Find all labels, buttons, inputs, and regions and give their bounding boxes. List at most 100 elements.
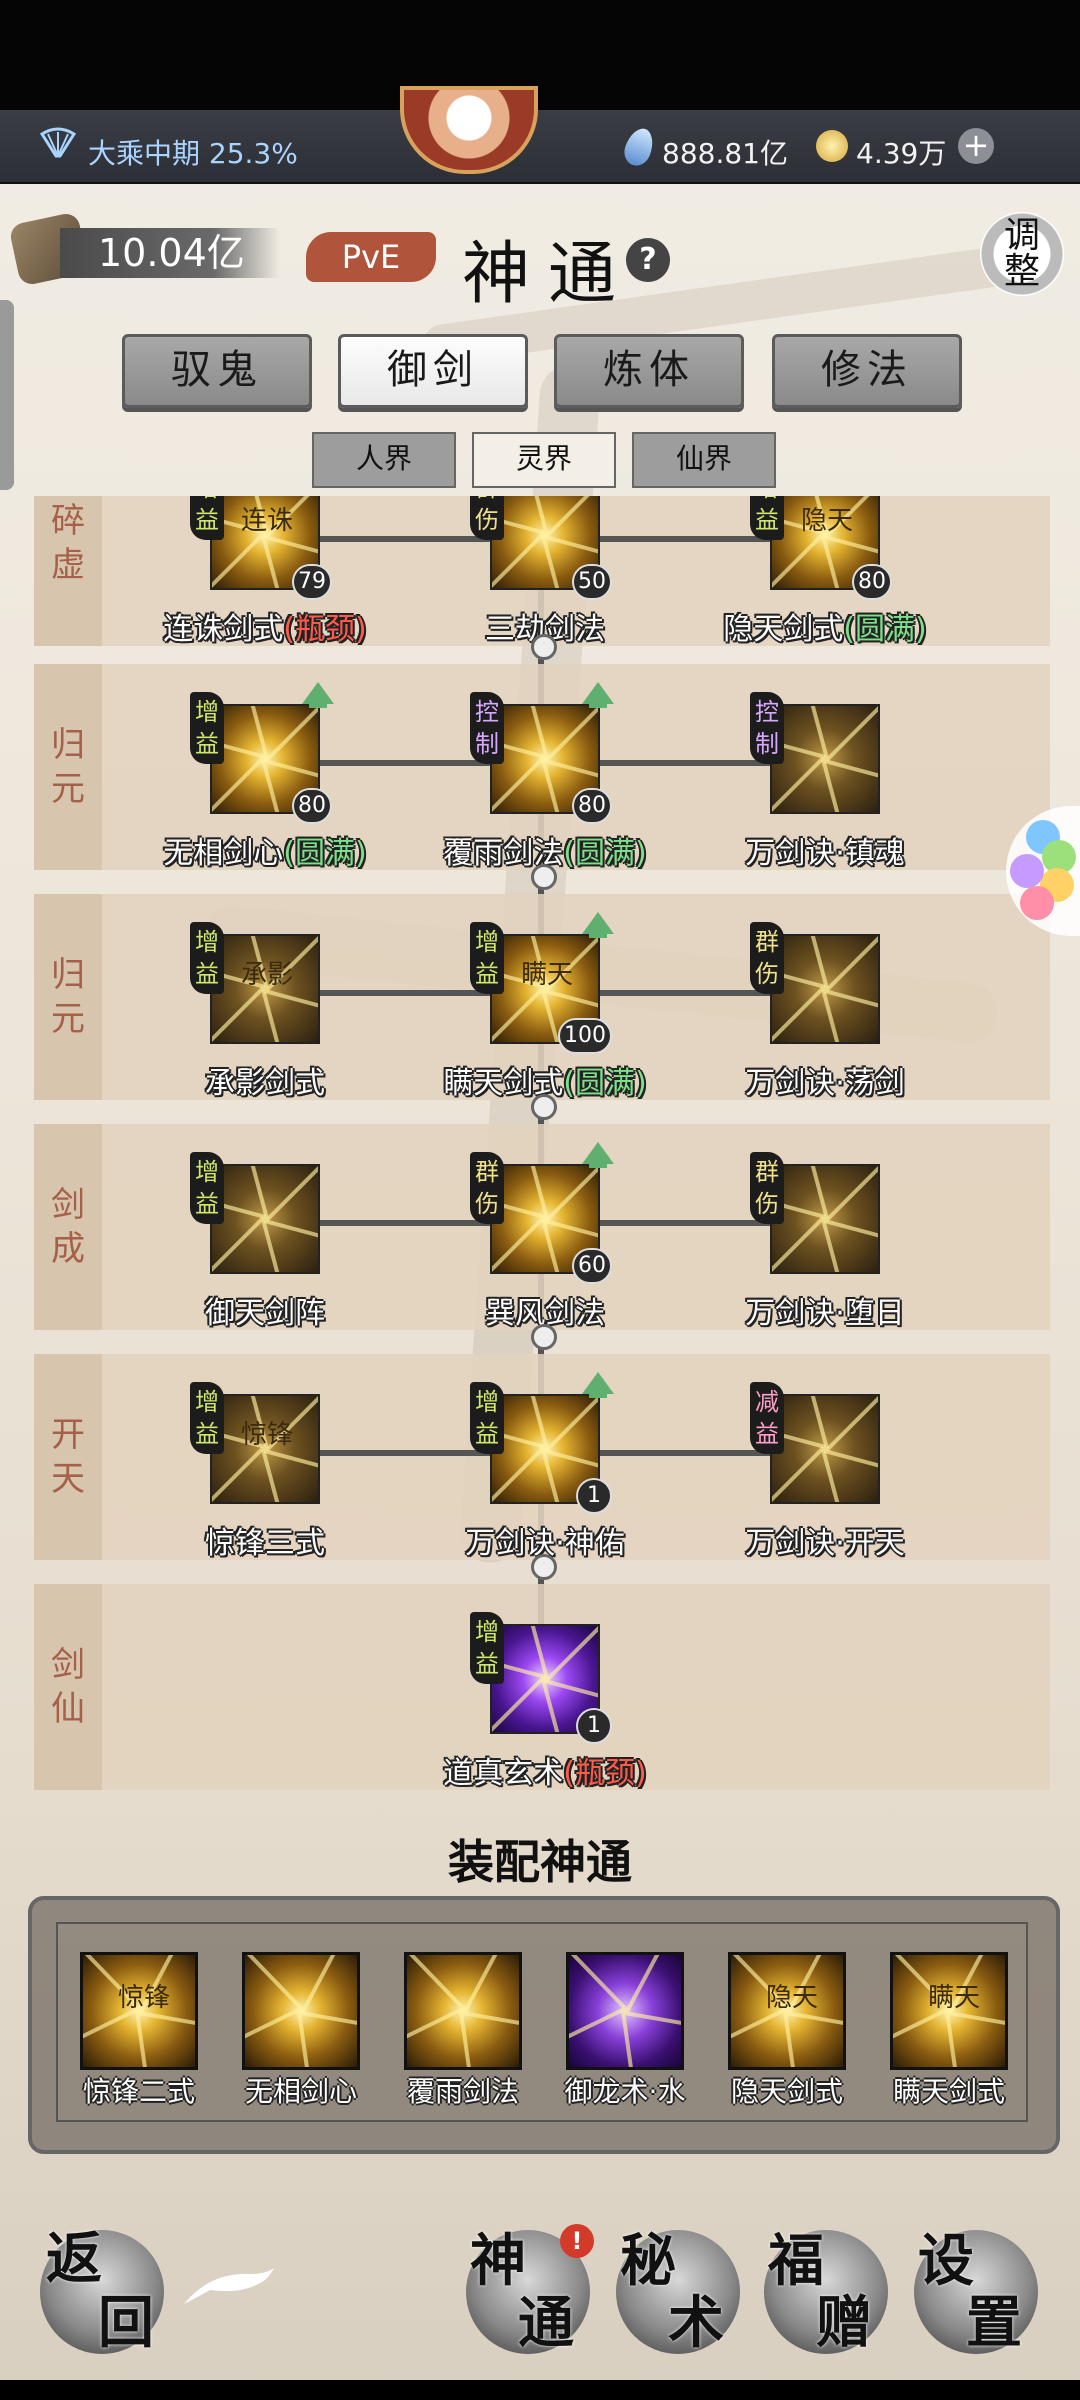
equip-slot[interactable]: 无相剑心: [236, 1952, 366, 2108]
realm-label-char: 开: [51, 1415, 85, 1455]
ray-decoration: [545, 1626, 598, 1682]
skill-node[interactable]: 增益 1: [470, 1612, 612, 1754]
ray-decoration: [212, 986, 265, 1042]
equip-slot[interactable]: 覆雨剑法: [398, 1952, 528, 2108]
equip-slot[interactable]: 隐天 隐天剑式: [722, 1952, 852, 2108]
skill-name: 道真玄术(瓶颈): [395, 1748, 695, 1792]
realm-label-char: 元: [51, 999, 85, 1039]
skill-node[interactable]: 群伤: [750, 1152, 880, 1294]
realm-label-char: 剑: [51, 1185, 85, 1225]
realm-label-char: 成: [51, 1229, 85, 1269]
skill-node[interactable]: 增益: [190, 1152, 320, 1294]
ray-decoration: [825, 1396, 878, 1452]
equip-slot[interactable]: 瞒天 瞒天剑式: [884, 1952, 1014, 2108]
ray-decoration: [545, 1396, 598, 1452]
back-button[interactable]: 返 回: [40, 2226, 164, 2356]
skill-node[interactable]: 惊锋 增益: [190, 1382, 320, 1524]
skill-node[interactable]: 群伤 60: [470, 1142, 614, 1294]
ray-decoration: [245, 2007, 301, 2067]
skill-status-text: (圆满): [283, 836, 367, 871]
skill-node[interactable]: 隐天增益 80: [750, 496, 892, 610]
settings-nav-button[interactable]: 设 置: [914, 2228, 1038, 2356]
tree-node-dot: [531, 864, 557, 890]
skill-level-badge: 80: [292, 788, 332, 824]
realm-label-char: 归: [51, 955, 85, 995]
subtab-renjie[interactable]: 人界: [312, 432, 456, 488]
skill-name-text: 隐天剑式: [723, 612, 844, 647]
spirit-stones-value: 888.81亿: [662, 137, 788, 170]
ray-decoration: [463, 1955, 519, 2013]
realm-label-char: 仙: [51, 1689, 85, 1729]
currency-value: 4.39万: [856, 137, 947, 170]
equipped-skill-icon: [242, 1952, 360, 2070]
alert-badge: !: [560, 2224, 594, 2258]
tab-yugui[interactable]: 驭鬼: [122, 334, 312, 408]
skill-type-tag: 增益: [190, 922, 224, 994]
realm-label: 剑成: [34, 1124, 102, 1330]
ray-decoration: [462, 2011, 519, 2041]
skill-type-tag: 增益: [470, 1382, 504, 1454]
shentong-nav-button[interactable]: 神 通 !: [466, 2224, 594, 2356]
skill-type-tag: 群伤: [470, 496, 504, 540]
skill-icon: [770, 1394, 880, 1504]
skill-node[interactable]: 瞒天 增益 100: [470, 912, 614, 1064]
help-button[interactable]: ?: [626, 238, 670, 282]
skill-status-text: (圆满): [563, 1066, 647, 1101]
skill-status-text: (圆满): [563, 836, 647, 871]
adjust-button[interactable]: 调整: [980, 212, 1064, 296]
realm-label: 开天: [34, 1354, 102, 1560]
skill-level-badge: 80: [852, 564, 892, 600]
skill-tree[interactable]: 碎虚连诛增益79连诛剑式(瓶颈)群伤50三劫剑法隐天增益80隐天剑式(圆满)归元…: [0, 496, 1080, 1796]
dolphin-icon: [180, 2264, 276, 2310]
equip-slot[interactable]: 御龙术·水: [560, 1952, 690, 2108]
skill-icon: [770, 704, 880, 814]
fuzeng-nav-button[interactable]: 福 赠: [764, 2228, 888, 2356]
adjust-button-label: 调整: [1003, 215, 1040, 292]
skill-node[interactable]: 连诛增益 79: [190, 496, 332, 610]
skill-level-badge: 79: [292, 564, 332, 600]
subtab-lingjie[interactable]: 灵界: [472, 432, 616, 488]
add-currency-button[interactable]: +: [958, 128, 994, 164]
skill-node[interactable]: 增益 1: [470, 1372, 614, 1524]
ray-decoration: [492, 1216, 545, 1272]
skill-level-badge: 60: [572, 1248, 612, 1284]
fan-icon: [38, 126, 78, 162]
side-drawer-handle[interactable]: [0, 300, 14, 490]
skill-node[interactable]: 增益 80: [190, 682, 334, 834]
subtab-xianjie[interactable]: 仙界: [632, 432, 776, 488]
skill-type-tag: 增益: [470, 922, 504, 994]
skill-status-text: (圆满): [843, 612, 927, 647]
skill-node[interactable]: 群伤: [750, 922, 880, 1064]
equipped-skill-name: 覆雨剑法: [406, 2075, 519, 2108]
ray-decoration: [492, 1446, 545, 1502]
skill-level-badge: 1: [576, 1708, 612, 1744]
realm-label-char: 天: [51, 1459, 85, 1499]
skill-name-text: 万剑诀·堕日: [745, 1296, 905, 1331]
skill-node[interactable]: 群伤 50: [470, 496, 612, 610]
ray-decoration: [212, 756, 265, 812]
tab-lianti[interactable]: 炼体: [554, 334, 744, 408]
skill-level-badge: 80: [572, 788, 612, 824]
tab-xiufa[interactable]: 修法: [772, 334, 962, 408]
shentong-nav-label-2: 通: [518, 2290, 574, 2356]
skill-glyph: 连诛: [240, 506, 293, 536]
skill-node[interactable]: 控制 80: [470, 682, 614, 834]
ray-decoration: [407, 2007, 463, 2067]
skill-name-text: 道真玄术: [443, 1756, 564, 1791]
equipped-skill-icon: [566, 1952, 684, 2070]
skill-icon: [770, 934, 880, 1044]
tab-yujian[interactable]: 御剑: [338, 334, 528, 408]
system-nav-bar: [0, 2380, 1080, 2400]
realm-label-char: 虚: [51, 545, 85, 585]
skill-node[interactable]: 减益: [750, 1382, 880, 1524]
ray-decoration: [245, 1955, 304, 2011]
ray-decoration: [492, 756, 545, 812]
mishu-nav-button[interactable]: 秘 术: [616, 2228, 740, 2356]
pve-mode-badge[interactable]: PvE: [306, 232, 436, 282]
skill-type-tag: 控制: [470, 692, 504, 764]
equip-slot[interactable]: 惊锋 惊锋二式: [74, 1952, 204, 2108]
skill-node[interactable]: 控制: [750, 692, 880, 834]
skill-node[interactable]: 承影 增益: [190, 922, 320, 1064]
ray-decoration: [569, 1955, 628, 2011]
ray-decoration: [783, 2011, 808, 2067]
